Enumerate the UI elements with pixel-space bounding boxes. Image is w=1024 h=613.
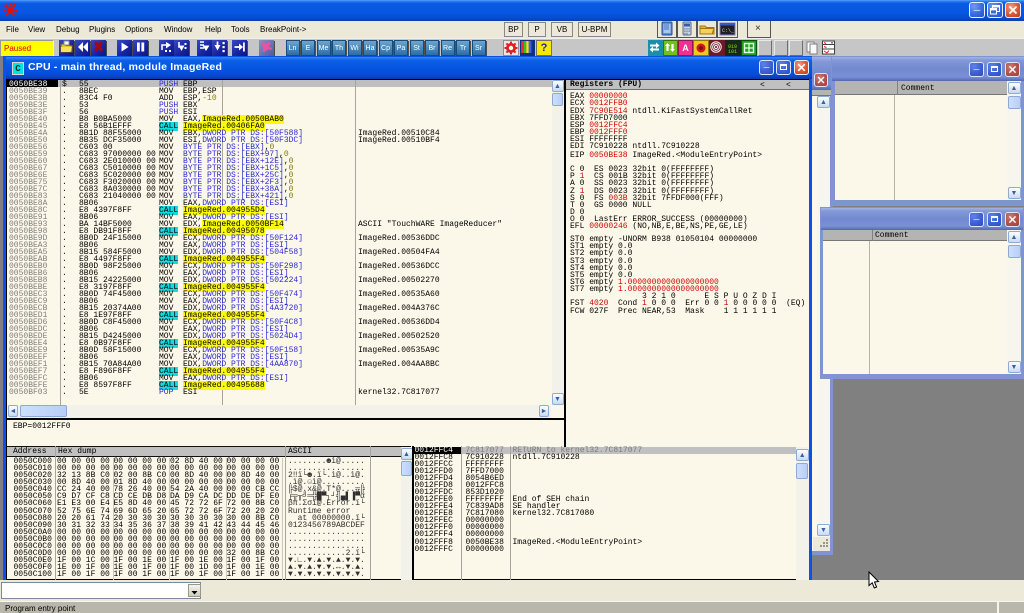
svg-text:C:\_: C:\_: [722, 28, 735, 34]
